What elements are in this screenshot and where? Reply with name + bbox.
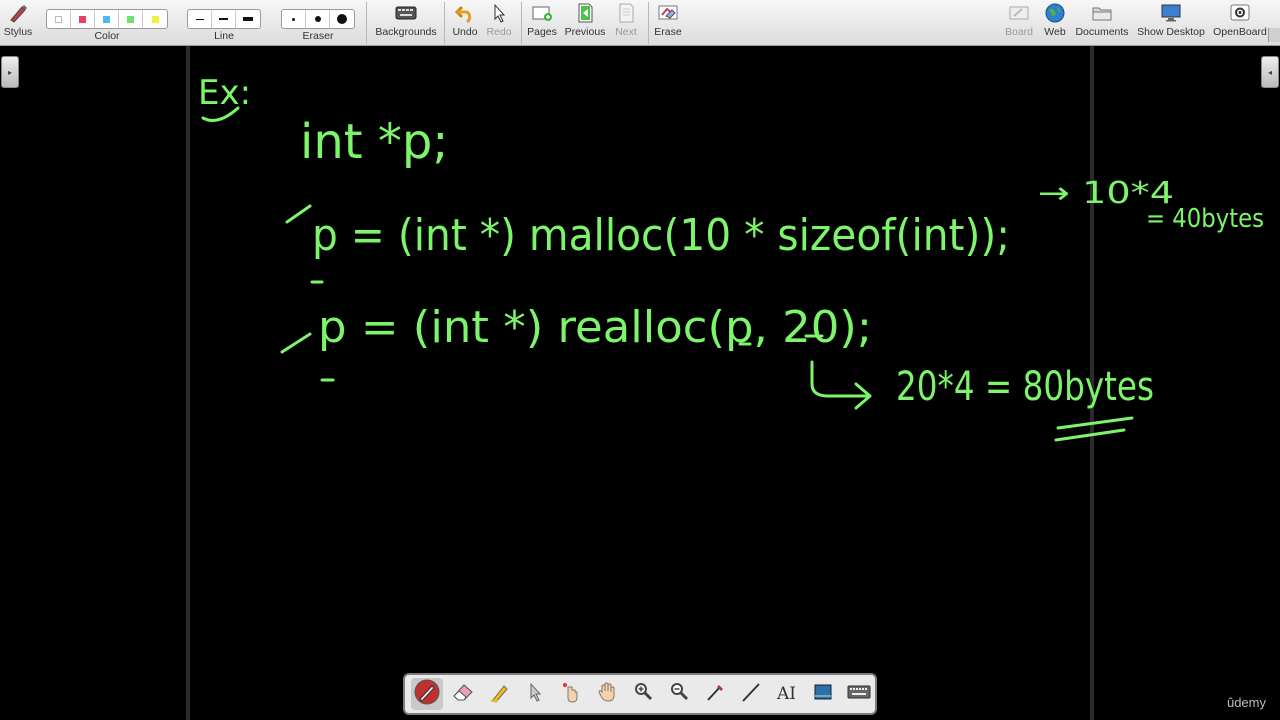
eraser-icon	[451, 681, 475, 708]
ink-malloc-line: p = (int *) malloc(10 * sizeof(int));	[312, 210, 1010, 261]
laser-pointer-tool[interactable]	[555, 678, 587, 710]
keyboard-tool[interactable]	[843, 678, 875, 710]
pen-icon	[414, 679, 440, 710]
capture-icon	[812, 681, 834, 708]
hand-icon	[596, 681, 618, 708]
tool-dock: AI	[403, 673, 877, 715]
virtual-keyboard-icon	[847, 684, 871, 705]
ink-realloc-line: p = (int *) realloc(p, 20);	[318, 302, 872, 353]
ink-realloc-calc: 20*4 = 80bytes	[896, 364, 1154, 410]
laser-pointer-icon	[560, 681, 582, 708]
hand-tool[interactable]	[591, 678, 623, 710]
pointer-icon	[526, 681, 544, 708]
marker-tool[interactable]	[699, 678, 731, 710]
ink-malloc-bytes: = 40bytes	[1146, 204, 1264, 234]
pointer-tool[interactable]	[519, 678, 551, 710]
text-tool[interactable]: AI	[771, 678, 803, 710]
highlighter-tool[interactable]	[483, 678, 515, 710]
ink-ex-label: Ex:	[198, 73, 251, 113]
zoom-in-tool[interactable]	[627, 678, 659, 710]
zoom-in-icon	[632, 681, 654, 708]
highlighter-icon	[488, 681, 510, 708]
ruler-line-icon	[740, 681, 762, 708]
pen-tool[interactable]	[411, 678, 443, 710]
line-tool[interactable]	[735, 678, 767, 710]
zoom-out-icon	[668, 681, 690, 708]
udemy-watermark: ûdemy	[1226, 695, 1266, 710]
handwriting-layer: Ex: int *p; p = (int *) malloc(10 * size…	[198, 73, 1264, 442]
ink-declaration: int *p;	[300, 114, 448, 170]
zoom-out-tool[interactable]	[663, 678, 695, 710]
capture-tool[interactable]	[807, 678, 839, 710]
text-tool-icon: AI	[775, 681, 799, 708]
svg-text:AI: AI	[776, 684, 796, 703]
line-icon	[704, 681, 726, 708]
eraser-tool[interactable]	[447, 678, 479, 710]
